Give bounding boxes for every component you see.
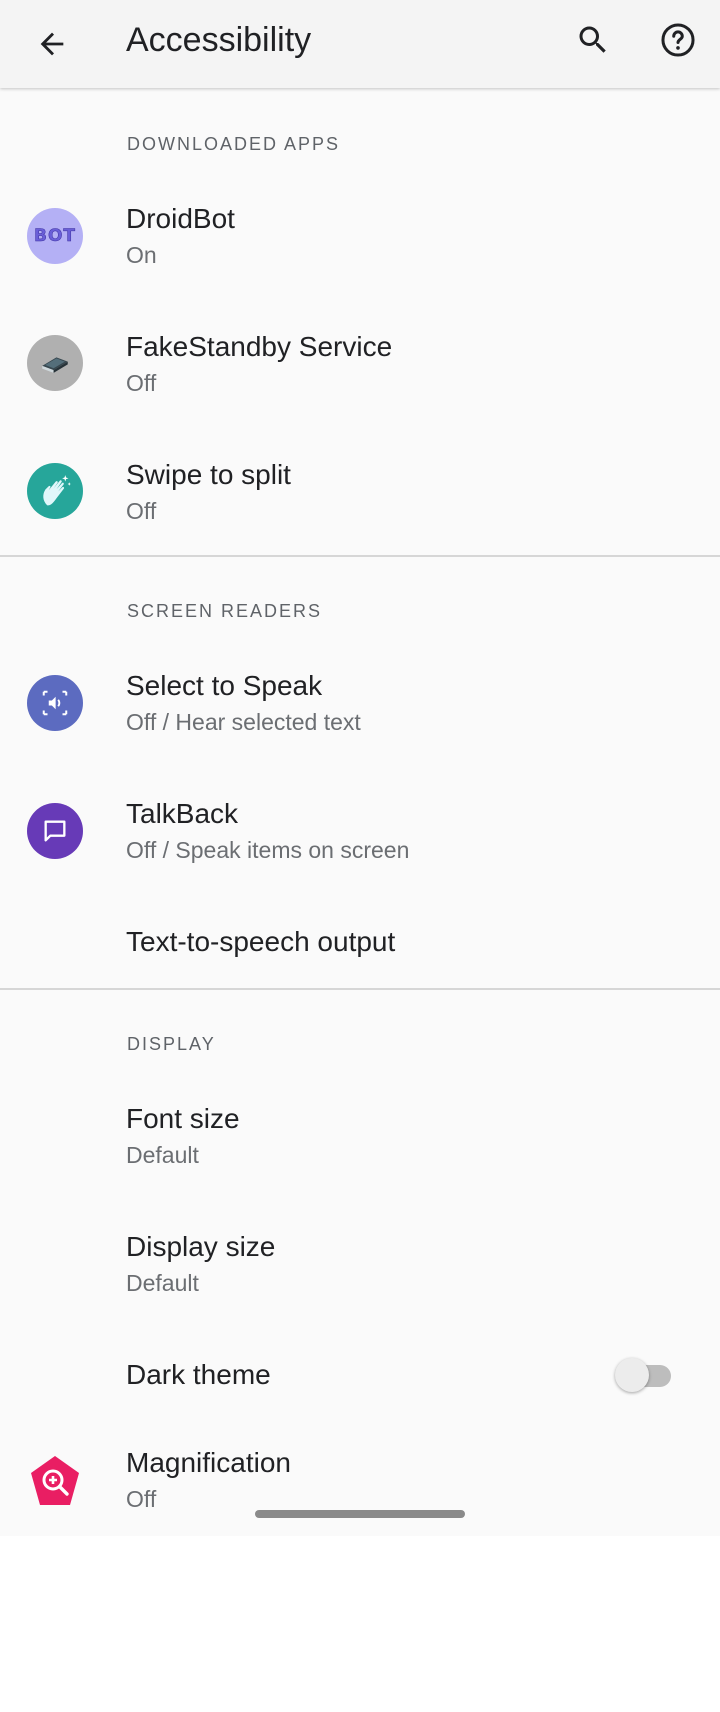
book-glyph <box>42 357 68 373</box>
list-item-select-to-speak[interactable]: Select to Speak Off / Hear selected text <box>0 638 720 766</box>
help-icon <box>661 23 695 57</box>
item-summary: Off / Hear selected text <box>126 709 361 735</box>
list-item-font-size[interactable]: Font size Default <box>0 1071 720 1199</box>
wave-hand-icon <box>27 463 83 519</box>
item-label: TalkBack <box>126 798 239 829</box>
list-item-magnification[interactable]: Magnification Off <box>0 1423 720 1536</box>
section-header-downloaded-apps: DOWNLOADED APPS <box>127 134 341 154</box>
back-button[interactable] <box>24 16 80 72</box>
list-item-swipe-to-split[interactable]: Swipe to split Off <box>0 427 720 555</box>
list-item-text-to-speech-output[interactable]: Text-to-speech output <box>0 894 720 990</box>
list-item-display-size[interactable]: Display size Default <box>0 1199 720 1327</box>
item-label: Font size <box>126 1103 240 1134</box>
droidbot-icon: BOT <box>27 208 83 264</box>
section-header-screen-readers: SCREEN READERS <box>127 601 323 621</box>
item-summary: Off / Speak items on screen <box>126 837 410 863</box>
item-summary: Off <box>126 498 157 524</box>
app-bar: Accessibility <box>0 0 720 88</box>
magnification-icon <box>27 1453 83 1509</box>
talkback-icon <box>27 803 83 859</box>
item-summary: On <box>126 242 157 268</box>
magnification-glyph <box>31 1456 79 1505</box>
search-icon <box>579 26 606 53</box>
item-label: Magnification <box>126 1447 291 1478</box>
list-item-droidbot[interactable]: BOT DroidBot On <box>0 171 720 299</box>
talkback-glyph <box>44 820 66 842</box>
list-item-fakestandby-service[interactable]: FakeStandby Service Off <box>0 299 720 427</box>
item-summary: Default <box>126 1142 199 1168</box>
item-summary: Off <box>126 1486 157 1512</box>
list-item-dark-theme[interactable]: Dark theme <box>0 1327 720 1423</box>
list-item-talkback[interactable]: TalkBack Off / Speak items on screen <box>0 766 720 894</box>
speaker-select-icon <box>27 675 83 731</box>
section-divider <box>0 988 720 990</box>
accessibility-screen: Accessibility DOWNLOADED APPS BOT DroidB… <box>0 0 720 1536</box>
wave-hand-glyph <box>43 475 71 506</box>
section-divider <box>0 555 720 557</box>
gesture-navigation-bar[interactable] <box>255 1510 465 1518</box>
switch-thumb <box>615 1358 649 1392</box>
section-header-display: DISPLAY <box>127 1034 216 1054</box>
search-button[interactable] <box>565 12 621 68</box>
page-title: Accessibility <box>126 21 312 59</box>
droidbot-icon-text: BOT <box>33 226 76 247</box>
speaker-select-glyph <box>42 690 68 716</box>
item-label: DroidBot <box>126 203 235 234</box>
dark-theme-switch[interactable] <box>615 1358 675 1394</box>
arrow-back-icon <box>40 32 64 56</box>
item-label: Dark theme <box>126 1359 271 1390</box>
item-label: Select to Speak <box>126 670 323 701</box>
item-summary: Off <box>126 370 157 396</box>
item-label: Swipe to split <box>126 459 291 490</box>
item-summary: Default <box>126 1270 199 1296</box>
item-label: Display size <box>126 1231 276 1262</box>
item-label: Text-to-speech output <box>126 926 396 957</box>
book-icon <box>27 335 83 391</box>
help-button[interactable] <box>650 12 706 68</box>
item-label: FakeStandby Service <box>126 331 393 362</box>
